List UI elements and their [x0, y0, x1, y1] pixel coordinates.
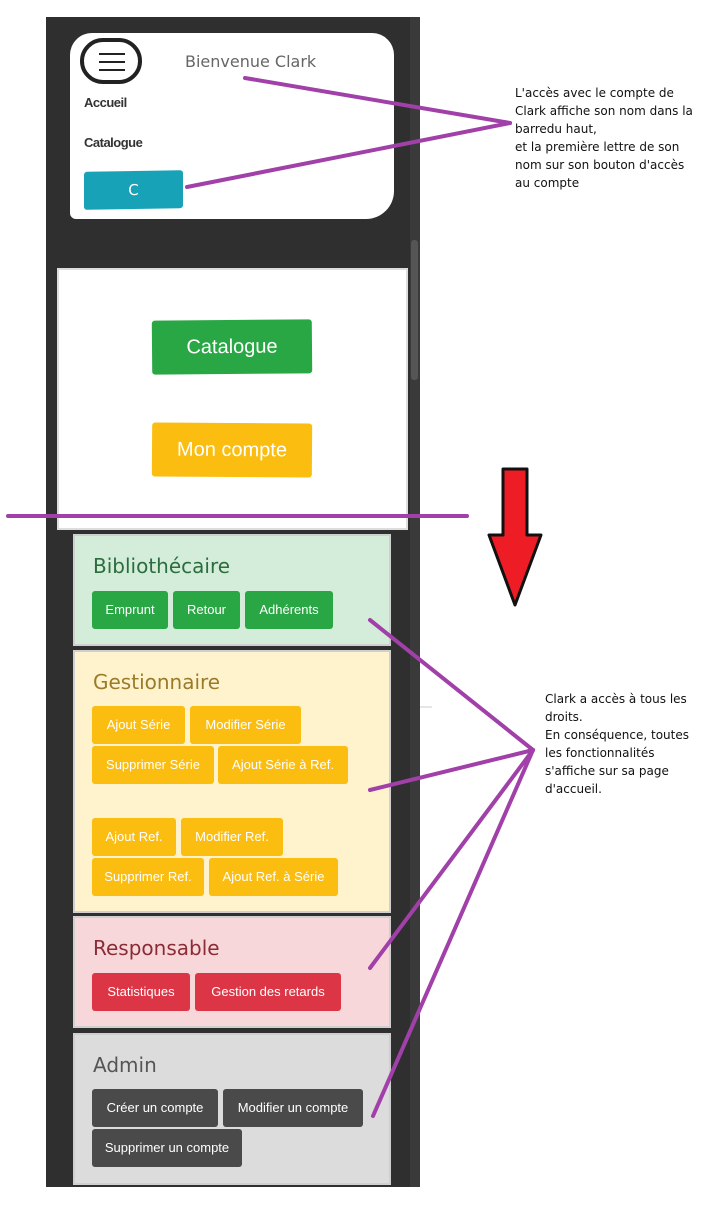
annotation-connector [368, 618, 535, 752]
down-arrow-icon [487, 467, 543, 607]
annotation-connector [185, 121, 512, 189]
annotation-connector [243, 76, 512, 125]
annotation-overlay [6, 76, 543, 1118]
